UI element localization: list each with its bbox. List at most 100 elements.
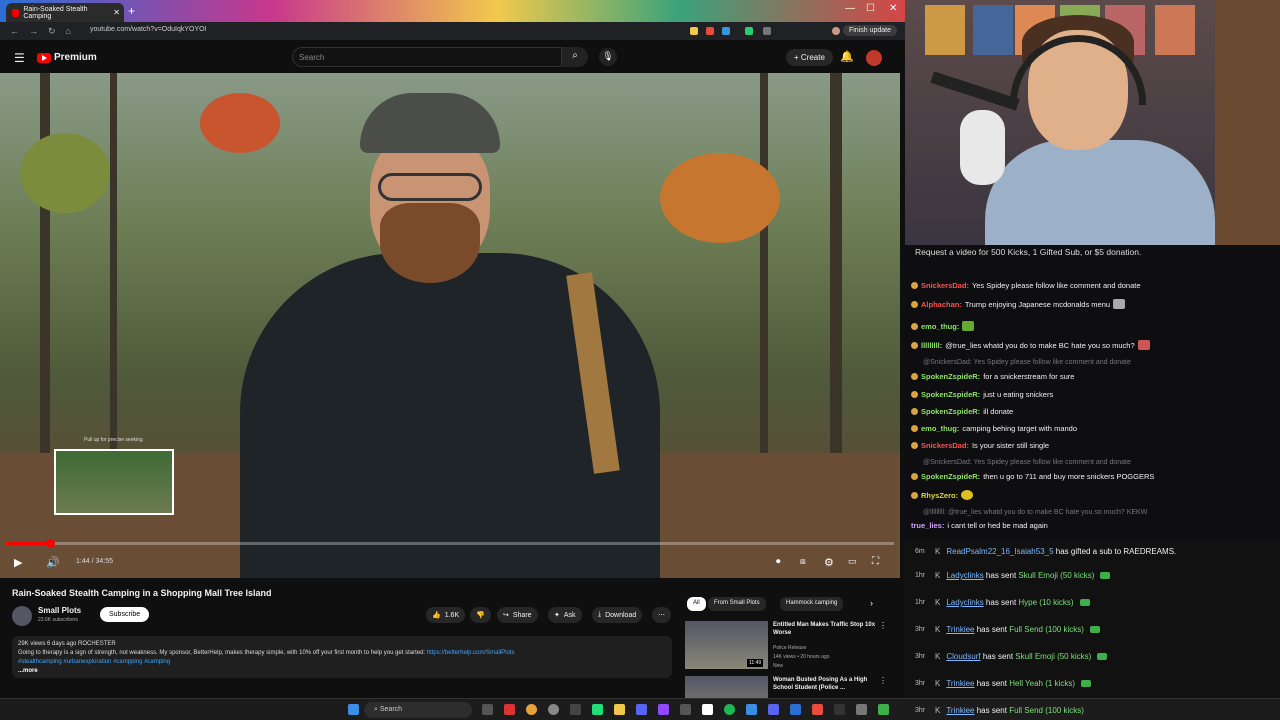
reload-icon[interactable]: ↻ (48, 26, 56, 37)
sponsor-link[interactable]: https://betterhelp.com/SmallPlots (427, 650, 515, 656)
video-thumbnail[interactable] (685, 676, 768, 698)
back-icon[interactable]: ← (10, 26, 19, 36)
hamburger-menu-icon[interactable]: ☰ (14, 51, 25, 65)
event-user[interactable]: Cloudsurf (946, 652, 980, 661)
like-button[interactable]: 👍 1.6K (426, 607, 466, 623)
microphone-icon[interactable]: 🎙 (599, 48, 617, 66)
app-icon[interactable] (680, 704, 691, 715)
event-user[interactable]: Ladyclinks (946, 571, 983, 580)
app-icon[interactable] (504, 704, 515, 715)
app-icon[interactable] (768, 704, 779, 715)
search-icon[interactable]: ⌕ (562, 47, 588, 67)
ask-button[interactable]: ✦ Ask (548, 607, 582, 623)
search-input[interactable]: Search (292, 47, 562, 67)
chat-username[interactable]: emo_thug: (921, 424, 959, 433)
windows-start-icon[interactable] (348, 704, 359, 715)
recommendation-title[interactable]: Entitled Man Makes Traffic Stop 10x Wors… (773, 621, 883, 637)
chat-username[interactable]: SnickersDad: (921, 281, 969, 290)
maximize-icon[interactable]: ☐ (866, 3, 875, 14)
chat-text: then u go to 711 and buy more snickers P… (983, 472, 1155, 481)
description-box[interactable]: 29K views 6 days ago ROCHESTER Going to … (12, 636, 672, 678)
app-icon[interactable] (856, 704, 867, 715)
settings-gear-icon[interactable]: ⚙ (824, 556, 834, 569)
chrome-icon[interactable] (526, 704, 537, 715)
recommendation-item[interactable]: Woman Busted Posing As a High School Stu… (685, 676, 895, 698)
new-tab-icon[interactable]: + (128, 4, 135, 18)
recommendation-title[interactable]: Woman Busted Posing As a High School Stu… (773, 676, 883, 692)
app-icon[interactable] (834, 704, 845, 715)
extension-icon[interactable] (745, 27, 753, 35)
extension-icon[interactable] (706, 27, 714, 35)
fullscreen-icon[interactable]: ⛶ (872, 556, 879, 567)
chat-username[interactable]: RhysZero: (921, 491, 958, 500)
file-explorer-icon[interactable] (614, 704, 625, 715)
close-window-icon[interactable]: ✕ (889, 3, 897, 14)
chip-all[interactable]: All (687, 597, 706, 611)
download-button[interactable]: ⤓ Download (592, 607, 643, 623)
home-icon[interactable]: ⌂ (66, 26, 71, 36)
chevron-right-icon[interactable]: › (870, 598, 873, 608)
task-view-icon[interactable] (482, 704, 493, 715)
play-icon[interactable]: ▶ (14, 556, 22, 569)
profile-avatar[interactable] (832, 27, 840, 35)
chip-from-small-plots[interactable]: From Small Plots (708, 597, 766, 611)
extension-icon[interactable] (763, 27, 771, 35)
forward-icon[interactable]: → (29, 26, 38, 36)
event-user[interactable]: Trinkiee (946, 679, 974, 688)
taskbar-search[interactable]: ⌕ Search (364, 702, 472, 718)
more-link[interactable]: ...more (18, 667, 666, 676)
event-user[interactable]: Trinkiee (946, 625, 974, 634)
chat-username[interactable]: lllllllll: (921, 341, 942, 350)
youtube-logo[interactable]: Premium (37, 52, 97, 63)
chat-username[interactable]: SpokenZspideR: (921, 472, 980, 481)
chat-username[interactable]: SpokenZspideR: (921, 372, 980, 381)
app-icon[interactable] (878, 704, 889, 715)
progress-bar[interactable] (6, 539, 894, 548)
dislike-button[interactable]: 👎 (470, 607, 491, 623)
spotify-icon[interactable] (724, 704, 735, 715)
hashtags[interactable]: #stealthcamping #urbanexploration #campp… (18, 659, 170, 665)
app-icon[interactable] (548, 704, 559, 715)
chip-hammock-camping[interactable]: Hammock camping (780, 597, 844, 611)
autoplay-toggle[interactable]: ⏺ (776, 556, 781, 567)
channel-name[interactable]: Small Plots (38, 606, 81, 615)
extension-icon[interactable] (690, 27, 698, 35)
event-user[interactable]: Trinkiee (946, 706, 974, 715)
event-user[interactable]: ReadPsalm22_16_Isaiah53_5 (946, 547, 1053, 556)
more-actions-icon[interactable]: ⋯ (652, 607, 671, 623)
url-field[interactable]: youtube.com/watch?v=OduIqkYOYOI (90, 26, 207, 33)
kebab-menu-icon[interactable]: ⋮ (879, 621, 887, 630)
app-icon[interactable] (570, 704, 581, 715)
close-tab-icon[interactable]: ✕ (113, 8, 120, 17)
finish-update-button[interactable]: Finish update (842, 25, 897, 36)
event-user[interactable]: Ladyclinks (946, 598, 983, 607)
browser-tab[interactable]: Rain-Soaked Stealth Camping ✕ (6, 3, 124, 22)
extension-icon[interactable] (722, 27, 730, 35)
kebab-menu-icon[interactable]: ⋮ (879, 676, 887, 685)
share-button[interactable]: ↪ Share (497, 607, 538, 623)
captions-icon[interactable]: ⧈ (800, 556, 806, 567)
chat-username[interactable]: emo_thug: (921, 322, 959, 331)
app-icon[interactable] (592, 704, 603, 715)
chat-username[interactable]: SnickersDad: (921, 441, 969, 450)
minimize-icon[interactable]: — (845, 3, 855, 14)
app-icon[interactable] (702, 704, 713, 715)
create-button[interactable]: + Create (786, 49, 833, 66)
app-icon[interactable] (790, 704, 801, 715)
subscribe-button[interactable]: Subscribe (100, 607, 150, 622)
app-icon[interactable] (658, 704, 669, 715)
recommendation-item[interactable]: 11:49 Entitled Man Makes Traffic Stop 10… (685, 621, 895, 673)
chat-username[interactable]: SpokenZspideR: (921, 390, 980, 399)
chat-username[interactable]: Alphachan: (921, 300, 962, 309)
chat-username[interactable]: SpokenZspideR: (921, 407, 980, 416)
channel-avatar[interactable] (12, 606, 32, 626)
app-icon[interactable] (812, 704, 823, 715)
app-icon[interactable] (746, 704, 757, 715)
user-avatar[interactable] (866, 50, 882, 66)
chat-username[interactable]: true_lies: (911, 521, 944, 530)
miniplayer-icon[interactable]: ▭ (848, 556, 857, 567)
chat-message: emo_thug: camping behing target with mand… (911, 424, 1077, 433)
volume-icon[interactable]: 🔊 (46, 556, 60, 569)
notifications-bell-icon[interactable]: 🔔 (840, 50, 854, 63)
app-icon[interactable] (636, 704, 647, 715)
